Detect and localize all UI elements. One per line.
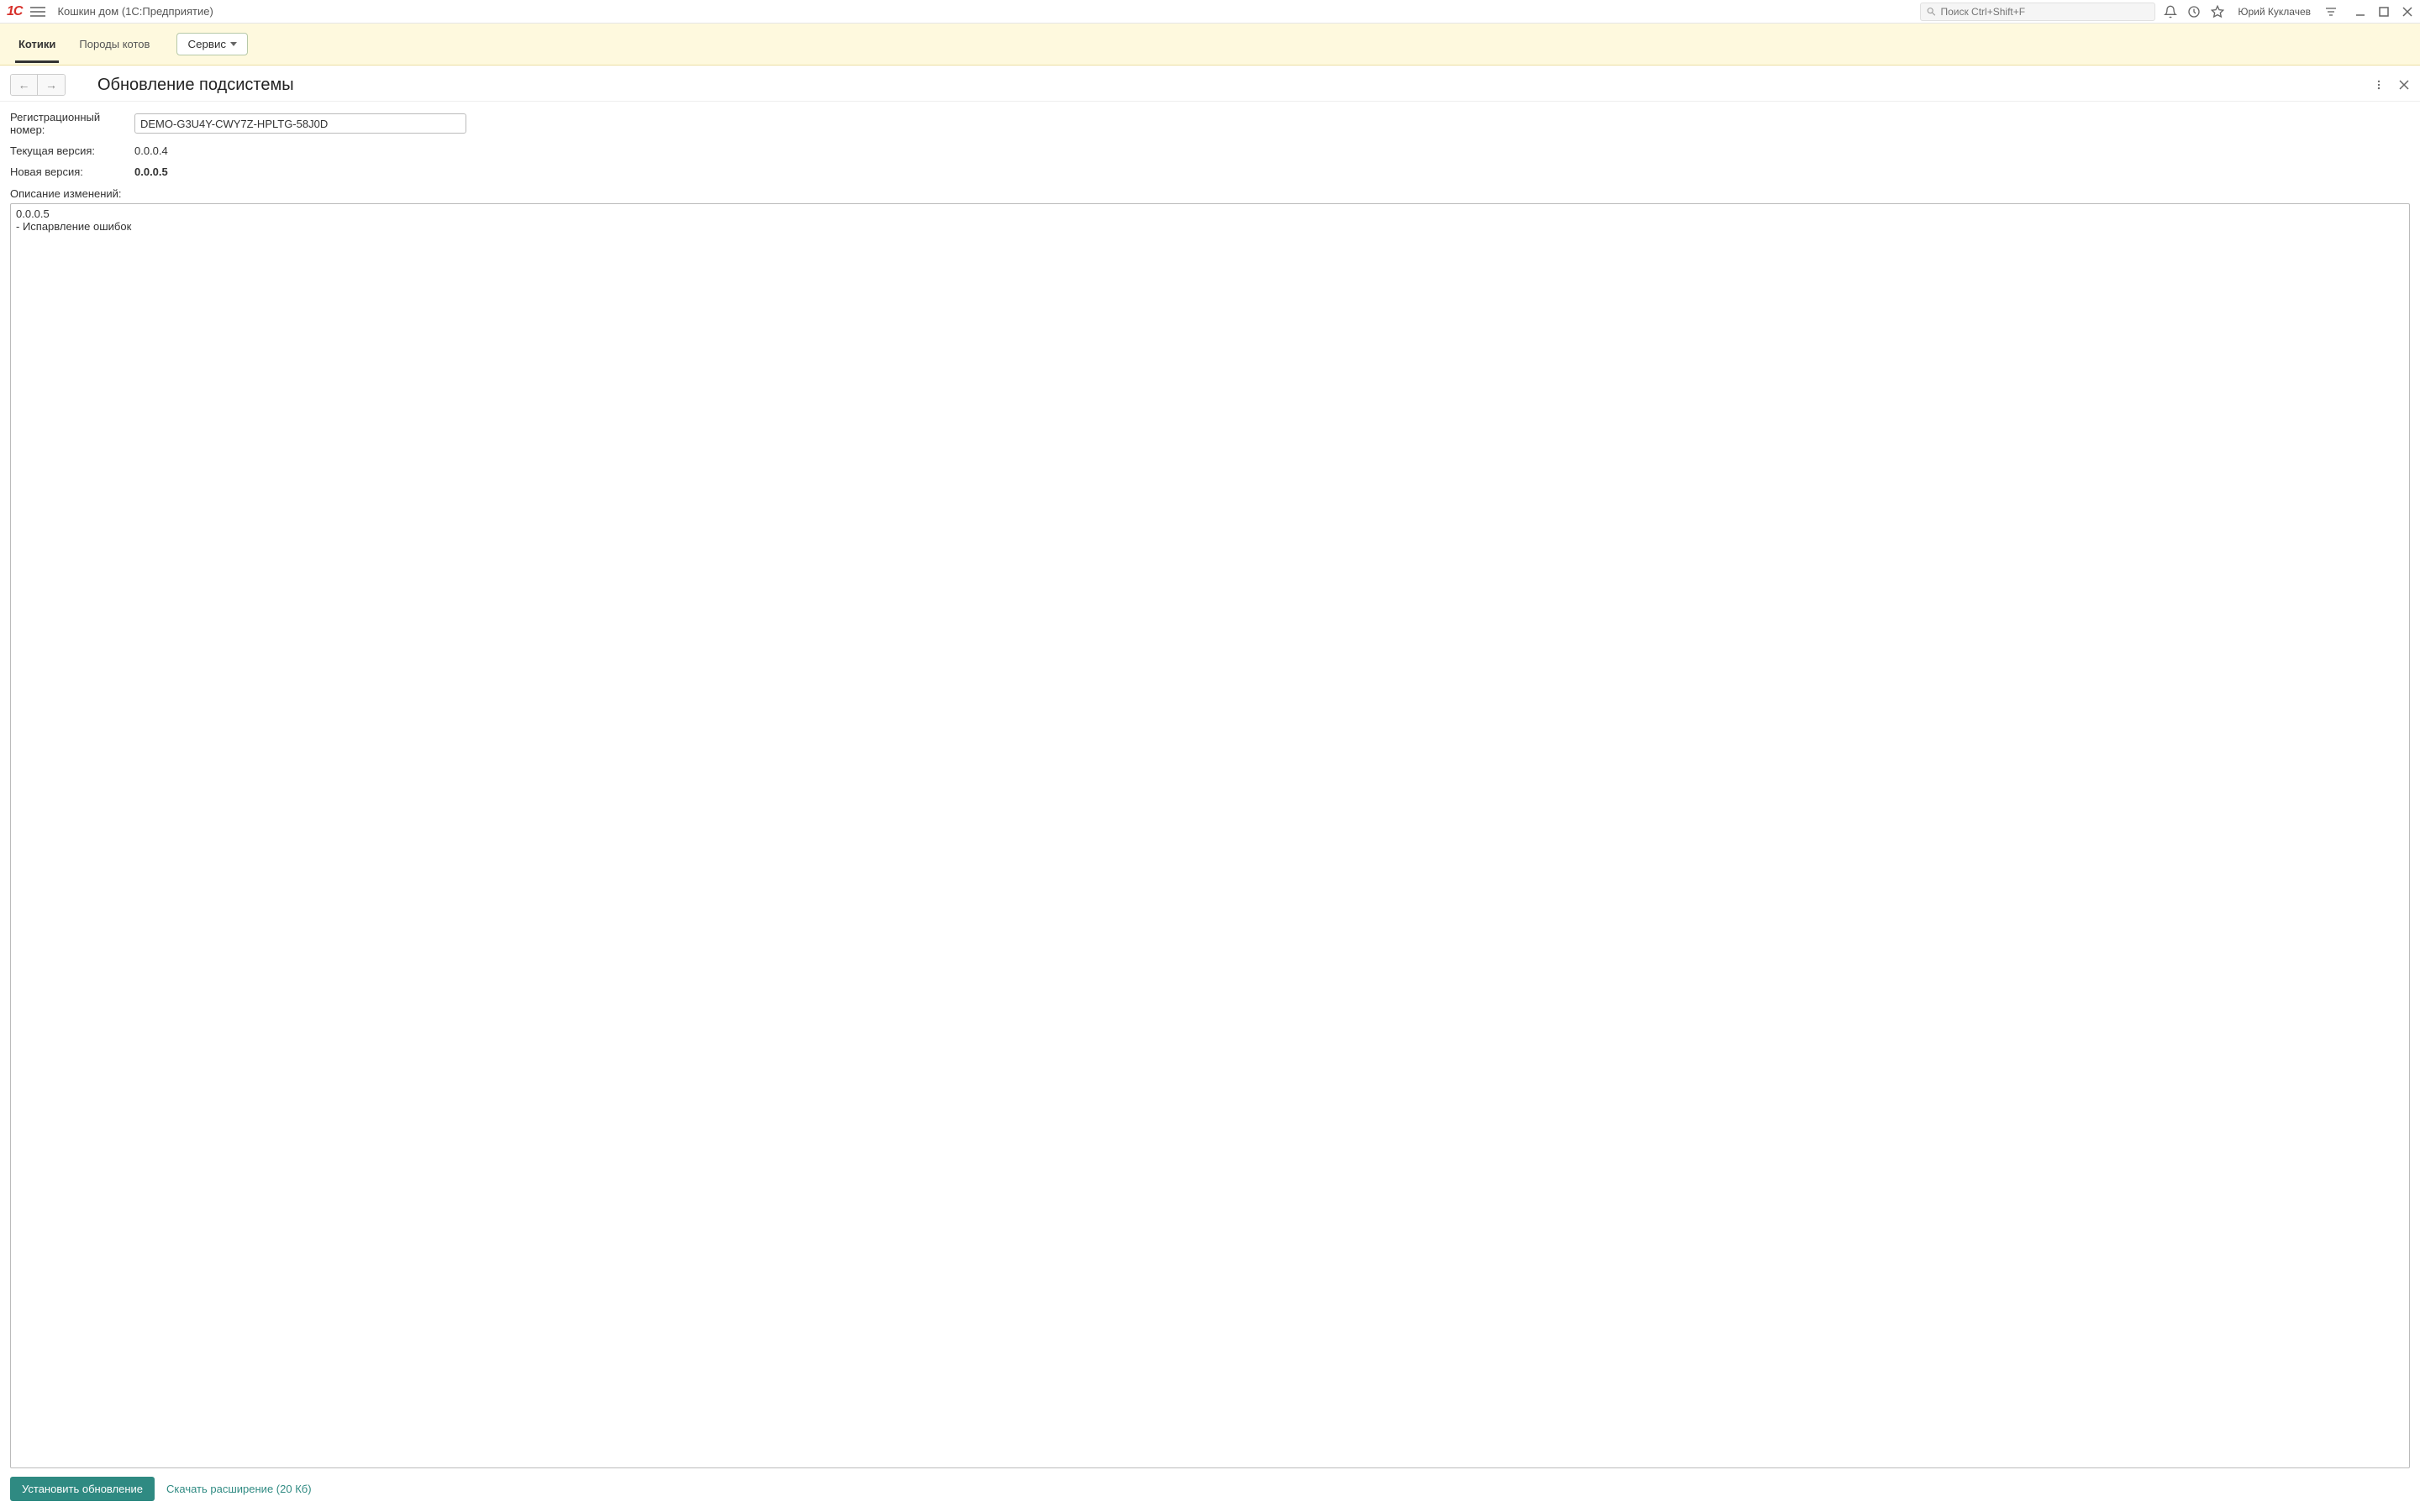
kebab-icon[interactable] xyxy=(2373,79,2385,91)
titlebar: 1C Кошкин дом (1С:Предприятие) Юрий Кукл… xyxy=(0,0,2420,24)
changelog-textarea[interactable]: 0.0.0.5 - Испарвление ошибок xyxy=(10,203,2410,1468)
chevron-down-icon xyxy=(230,42,237,46)
install-button[interactable]: Установить обновление xyxy=(10,1477,155,1501)
changelog-label: Описание изменений: xyxy=(10,187,2410,200)
app-title: Кошкин дом (1С:Предприятие) xyxy=(57,5,213,18)
hamburger-icon[interactable] xyxy=(30,7,45,17)
reg-number-input[interactable] xyxy=(134,113,466,134)
page-title: Обновление подсистемы xyxy=(97,76,294,95)
form-area: Регистрационный номер: Текущая версия: 0… xyxy=(0,102,2420,1511)
star-icon[interactable] xyxy=(2211,5,2224,18)
content-header: ← → Обновление подсистемы xyxy=(0,66,2420,102)
current-version-label: Текущая версия: xyxy=(10,144,134,157)
nav-arrows: ← → xyxy=(10,74,66,96)
service-button[interactable]: Сервис xyxy=(176,33,248,55)
nav-item-porody[interactable]: Породы котов xyxy=(76,33,153,55)
download-link[interactable]: Скачать расширение (20 Кб) xyxy=(166,1483,312,1495)
close-icon[interactable] xyxy=(2402,6,2413,18)
forward-button[interactable]: → xyxy=(38,75,65,95)
app-logo: 1C xyxy=(7,4,22,19)
new-version-label: Новая версия: xyxy=(10,165,134,178)
reg-number-label: Регистрационный номер: xyxy=(10,111,134,136)
minimize-icon[interactable] xyxy=(2354,6,2366,18)
new-version-value: 0.0.0.5 xyxy=(134,165,168,178)
close-panel-icon[interactable] xyxy=(2398,79,2410,91)
settings-lines-icon[interactable] xyxy=(2324,5,2338,18)
back-button[interactable]: ← xyxy=(11,75,38,95)
search-icon xyxy=(1926,6,1937,18)
current-version-value: 0.0.0.4 xyxy=(134,144,168,157)
nav-item-kotiki[interactable]: Котики xyxy=(15,33,59,63)
maximize-icon[interactable] xyxy=(2378,6,2390,18)
navbar: Котики Породы котов Сервис xyxy=(0,24,2420,66)
username-label[interactable]: Юрий Куклачев xyxy=(2238,6,2311,18)
search-box[interactable] xyxy=(1920,3,2155,21)
bell-icon[interactable] xyxy=(2164,5,2177,18)
history-icon[interactable] xyxy=(2187,5,2201,18)
search-input[interactable] xyxy=(1940,6,2149,18)
